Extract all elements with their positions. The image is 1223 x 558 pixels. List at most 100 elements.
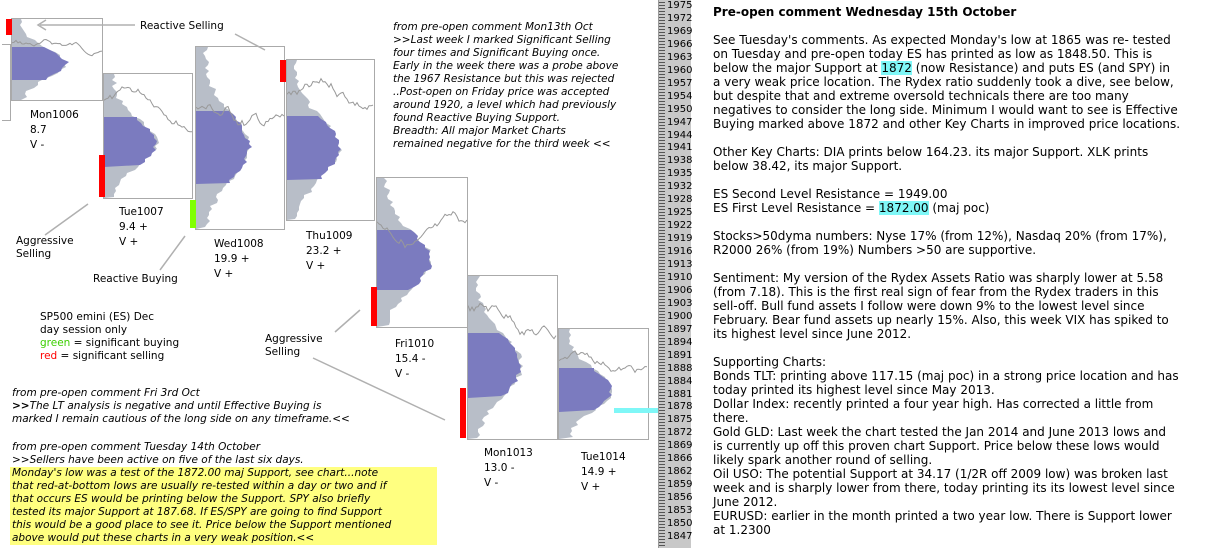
day-name: Fri1010 <box>395 338 435 350</box>
day-name: Tue1007 <box>119 206 164 218</box>
comment-line: See Tuesday's comments. As expected Mond… <box>713 33 1171 47</box>
paragraph-p5: Sentiment: My version of the Rydex Asset… <box>713 271 1180 341</box>
day-volume: V + <box>214 268 234 280</box>
axis-tick-label: 1881 <box>667 388 693 400</box>
axis-tick-label: 1869 <box>667 440 693 452</box>
comment-line: Other Key Charts: DIA prints below 164.2… <box>713 145 1149 159</box>
comment-text: (maj poc) <box>928 201 990 215</box>
axis-tick-label: 1872 <box>667 427 693 439</box>
day-name: Thu1009 <box>306 230 353 242</box>
axis-tick-label: 1947 <box>667 116 693 128</box>
axis-tick-label: 1941 <box>667 142 693 154</box>
comment-line: there. <box>713 411 749 425</box>
comment-line: February. Bear fund assets up nearly 15%… <box>713 313 1169 327</box>
note-line: ..Post-open on Friday price was accepted <box>393 86 610 98</box>
day-name: Mon1013 <box>484 447 533 459</box>
note-line: >>Sellers have been active on five of th… <box>12 454 304 466</box>
comment-text: below the major Support at <box>713 61 882 75</box>
comment-line: (from 7.18). This is the first real sign… <box>713 285 1159 299</box>
comment-line: its highest level since June 2012. <box>713 327 912 341</box>
highlighted-note-line: this would be a good place to see it. Pr… <box>12 519 392 531</box>
day-label-mon1013: Mon1013 13.0 - V - <box>484 446 533 491</box>
axis-tick-label: 1859 <box>667 479 693 491</box>
comment-line: Bonds TLT: printing above 117.15 (maj po… <box>713 369 1179 383</box>
comment-line: ES First Level Resistance = 1872.00 (maj… <box>713 201 1180 215</box>
axis-tick-label: 1847 <box>667 530 693 542</box>
comment-text: ES First Level Resistance = <box>713 201 879 215</box>
axis-tick-label: 1932 <box>667 181 693 193</box>
highlighted-level: 1872 <box>881 61 912 75</box>
day-value: 13.0 - <box>484 462 515 474</box>
highlighted-note-line: Monday's low was a test of the 1872.00 m… <box>12 467 379 479</box>
annotation-aggressive-selling: Aggressive Selling <box>16 235 74 261</box>
comment-text: (now Resistance) and puts ES (and SPY) i… <box>911 61 1171 75</box>
highlighted-note-line: that red-at-bottom lows are usually re-t… <box>12 480 387 492</box>
axis-tick-label: 1935 <box>667 168 693 180</box>
note-header: from pre-open comment Tuesday 14th Octob… <box>12 441 261 453</box>
note-line: four times and Significant Buying once. <box>393 47 601 59</box>
axis-tick-label: 1913 <box>667 259 693 270</box>
comment-line: Gold GLD: Last week the chart tested the… <box>713 425 1167 439</box>
axis-tick-label: 1928 <box>667 194 693 206</box>
legend-red-text: = significant selling <box>57 350 165 362</box>
legend-green-text: = significant buying <box>70 337 180 349</box>
axis-tick-label: 1969 <box>667 25 693 37</box>
axis-tick-label: 1944 <box>667 129 693 141</box>
day-value: 14.9 + <box>581 466 617 478</box>
axis-tick-label: 1875 <box>667 414 693 426</box>
note-tue14: from pre-open comment Tuesday 14th Octob… <box>12 441 391 545</box>
axis-tick-label: 1919 <box>667 233 693 245</box>
comment-line: sell-off. Bull fund assets I follow were… <box>713 299 1145 313</box>
paragraph-p1: See Tuesday's comments. As expected Mond… <box>713 33 1180 131</box>
note-line: the 1967 Resistance but this was rejecte… <box>393 73 615 85</box>
comment-line: today printed its highest level since Ma… <box>713 383 995 397</box>
highlighted-note-line: above would put these charts in a very w… <box>12 532 315 544</box>
comment-line: below 38.42, its major Support. <box>713 159 903 173</box>
axis-tick-label: 1975 <box>667 0 693 11</box>
note-fri3: from pre-open comment Fri 3rd Oct >>The … <box>12 387 350 426</box>
axis-tick-label: 1916 <box>667 246 693 258</box>
legend-session: day session only <box>40 324 128 336</box>
highlighted-level: 1872.00 <box>878 201 929 215</box>
axis-tick-label: 1884 <box>667 375 693 387</box>
annotation-aggressive-selling: Aggressive Selling <box>265 333 323 359</box>
comment-line: Supporting Charts: <box>713 355 827 369</box>
legend-green: green = significant buying <box>40 337 179 350</box>
axis-tick-label: 1903 <box>667 297 693 309</box>
paragraph-p2: Other Key Charts: DIA prints below 164.2… <box>713 145 1180 173</box>
axis-tick-label: 1910 <box>667 271 693 283</box>
annotation-line: Aggressive <box>16 235 74 247</box>
axis-tick-label: 1897 <box>667 323 693 335</box>
day-label-wed1008: Wed1008 19.9 + V + <box>214 237 264 282</box>
note-line: remained negative for the third week << <box>393 138 611 150</box>
note-header: from pre-open comment Fri 3rd Oct <box>12 387 200 399</box>
legend-red-word: red <box>40 350 58 362</box>
day-volume: V - <box>30 139 45 151</box>
comment-line: at 1.2300 <box>713 523 771 537</box>
paragraph-p4: Stocks>50dyma numbers: Nyse 17% (from 12… <box>713 229 1180 257</box>
comment-line: Sentiment: My version of the Rydex Asset… <box>713 271 1164 285</box>
axis-tick-label: 1957 <box>667 77 693 89</box>
price-axis: 1975 1972 1969 1966 1963 1960 1957 1954 1950 1947… <box>658 0 693 548</box>
axis-tick-label: 1925 <box>667 207 693 219</box>
annotation-line: Aggressive <box>265 333 323 345</box>
day-label-tue1007: Tue1007 9.4 + V + <box>119 205 164 250</box>
comment-line: below the major Support at 1872 (now Res… <box>713 61 1180 75</box>
day-volume: V - <box>484 477 499 489</box>
note-prefix: >> <box>12 400 30 412</box>
axis-tick-label: 1856 <box>667 492 693 504</box>
note-line: marked I remain cautious of the long sid… <box>12 413 350 425</box>
day-volume: V + <box>306 260 326 272</box>
note-line: Early in the week there was a probe abov… <box>393 60 619 72</box>
axis-tick-label: 1900 <box>667 310 693 322</box>
axis-tick-label: 1963 <box>667 51 693 63</box>
arrow-aggressive-selling-2a <box>334 309 361 333</box>
axis-tick-label: 1960 <box>667 64 693 76</box>
comment-title: Pre-open comment Wednesday 15th October <box>713 5 1017 19</box>
annotation-reactive-selling: Reactive Selling <box>140 20 224 32</box>
paragraph-p6: Supporting Charts: Bonds TLT: printing ab… <box>713 355 1180 537</box>
day-label-tue1014: Tue1014 14.9 + V + <box>581 450 626 495</box>
comment-line: week and is sharply lower from there, to… <box>713 481 1175 495</box>
